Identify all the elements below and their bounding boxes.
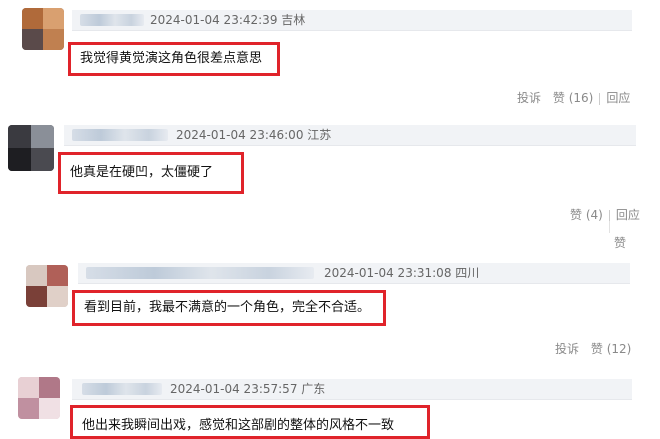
comment-1: 2024-01-04 23:42:39 吉林 我觉得黄觉演这角色很差点意思 投诉… [0, 0, 660, 115]
avatar[interactable] [18, 377, 60, 419]
comment-3: 2024-01-04 23:31:08 四川 看到目前，我最不满意的一个角色，完… [0, 255, 660, 365]
username-blurred[interactable] [82, 383, 162, 395]
like-button[interactable]: 赞 (16) [553, 91, 593, 105]
report-button[interactable]: 投诉 [517, 91, 541, 105]
comment-actions: 投诉 赞 (12) [555, 341, 631, 357]
comment-meta: 2024-01-04 23:31:08 四川 [324, 266, 480, 280]
like-count: (4) [585, 208, 603, 222]
sub-like-button[interactable]: 赞 [614, 235, 626, 251]
avatar[interactable] [22, 8, 64, 50]
comment-actions: 投诉 赞 (16) 回应 [517, 90, 630, 106]
thread-line [609, 221, 610, 233]
comment-text: 看到目前，我最不满意的一个角色，完全不合适。 [84, 300, 371, 315]
divider [608, 209, 610, 222]
avatar[interactable] [26, 265, 68, 307]
like-button[interactable]: 赞 (12) [591, 342, 631, 356]
divider [599, 92, 601, 105]
like-button[interactable]: 赞 (4) [570, 208, 603, 222]
comment-actions: 赞 (4) 回应 [570, 207, 640, 223]
like-label: 赞 [552, 91, 565, 105]
comment-meta: 2024-01-04 23:42:39 吉林 [150, 13, 306, 27]
reply-button[interactable]: 回应 [606, 91, 630, 105]
comment-meta: 2024-01-04 23:46:00 江苏 [176, 128, 332, 142]
like-count: (16) [568, 91, 594, 105]
reply-button[interactable]: 回应 [616, 208, 640, 222]
avatar[interactable] [8, 125, 54, 171]
like-label: 赞 [590, 342, 603, 356]
username-blurred[interactable] [86, 267, 314, 279]
comment-text: 我觉得黄觉演这角色很差点意思 [80, 51, 263, 66]
comment-4: 2024-01-04 23:57:57 广东 他出来我瞬间出戏，感觉和这部剧的整… [0, 365, 660, 439]
comment-2: 2024-01-04 23:46:00 江苏 他真是在硬凹，太僵硬了 赞 (4)… [0, 115, 660, 255]
comment-meta: 2024-01-04 23:57:57 广东 [170, 382, 326, 396]
like-count: (12) [606, 342, 632, 356]
report-button[interactable]: 投诉 [555, 342, 579, 356]
username-blurred[interactable] [80, 14, 144, 26]
like-label: 赞 [570, 208, 583, 222]
comment-text: 他真是在硬凹，太僵硬了 [70, 165, 214, 180]
username-blurred[interactable] [72, 129, 168, 141]
comment-text: 他出来我瞬间出戏，感觉和这部剧的整体的风格不一致 [82, 418, 395, 433]
